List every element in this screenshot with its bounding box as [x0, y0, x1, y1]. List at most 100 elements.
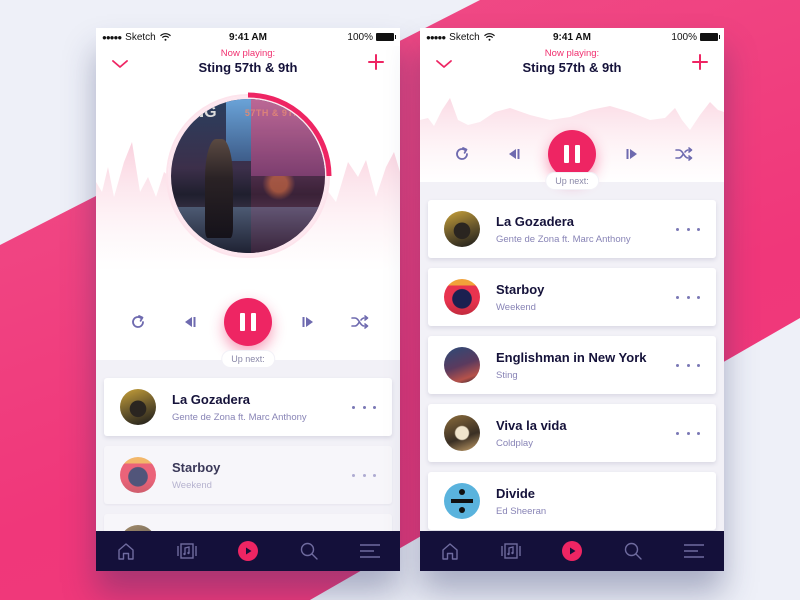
carrier-name: Sketch — [125, 31, 156, 43]
signal-icon: ●●●●● — [102, 32, 122, 42]
menu-icon — [359, 544, 380, 558]
search-icon — [300, 542, 318, 560]
status-bar: ●●●●● Sketch 9:41 AM 100% — [96, 28, 400, 46]
more-dots-icon — [676, 295, 679, 299]
player-header: Now playing: Sting 57th & 9th — [420, 46, 724, 92]
queue-item[interactable]: Starboy Weekend — [428, 268, 716, 326]
now-playing-panel: Now playing: Sting 57th & 9th NG 57TH & … — [96, 46, 400, 360]
phone-screen-player-expanded: ●●●●● Sketch 9:41 AM 100% Now playing: S… — [96, 28, 400, 571]
home-icon — [118, 543, 135, 560]
shuffle-button[interactable] — [346, 308, 374, 336]
more-options-button[interactable] — [676, 426, 700, 440]
track-title: Englishman in New York — [496, 350, 647, 365]
tab-library[interactable] — [172, 536, 202, 566]
track-artist: Gente de Zona ft. Marc Anthony — [172, 412, 307, 423]
queue-item[interactable]: La Gozadera Gente de Zona ft. Marc Antho… — [428, 200, 716, 258]
pause-icon — [237, 313, 259, 331]
plus-icon — [692, 54, 708, 70]
play-icon — [569, 547, 576, 555]
up-next-queue: La Gozadera Gente de Zona ft. Marc Antho… — [428, 200, 716, 540]
skip-next-icon — [302, 317, 313, 327]
music-library-icon — [501, 543, 521, 559]
signal-icon: ●●●●● — [426, 32, 446, 42]
repeat-icon — [132, 315, 144, 328]
track-artist: Sting — [496, 370, 518, 381]
up-next-label: Up next: — [546, 173, 598, 189]
track-artist: Ed Sheeran — [496, 506, 547, 517]
more-dots-icon — [676, 431, 679, 435]
album-cover — [444, 347, 480, 383]
skip-previous-icon — [509, 149, 520, 159]
queue-item[interactable]: Divide Ed Sheeran — [428, 472, 716, 530]
skip-previous-icon — [185, 317, 196, 327]
track-artist: Weekend — [172, 480, 212, 491]
battery-percent: 100% — [347, 31, 373, 43]
add-to-playlist-button[interactable] — [366, 52, 386, 72]
more-options-button[interactable] — [352, 400, 376, 414]
tab-now-playing[interactable] — [233, 536, 263, 566]
track-title: Starboy — [496, 282, 545, 297]
music-library-icon — [177, 543, 197, 559]
more-options-button[interactable] — [676, 222, 700, 236]
repeat-button[interactable] — [448, 140, 476, 168]
track-artist: Coldplay — [496, 438, 533, 449]
add-to-playlist-button[interactable] — [690, 52, 710, 72]
tab-home[interactable] — [111, 536, 141, 566]
more-dots-icon — [676, 227, 679, 231]
album-cover — [444, 211, 480, 247]
more-options-button[interactable] — [676, 358, 700, 372]
queue-item[interactable]: Englishman in New York Sting — [428, 336, 716, 394]
tab-home[interactable] — [435, 536, 465, 566]
more-options-button[interactable] — [676, 290, 700, 304]
play-icon — [245, 547, 252, 555]
album-cover — [444, 279, 480, 315]
tab-search[interactable] — [294, 536, 324, 566]
tab-library[interactable] — [496, 536, 526, 566]
track-title: Viva la vida — [496, 418, 567, 433]
album-cover — [120, 389, 156, 425]
album-art-container: NG 57TH & 9TH — [164, 92, 332, 260]
tab-menu[interactable] — [355, 536, 385, 566]
tab-now-playing[interactable] — [557, 536, 587, 566]
search-icon — [624, 542, 642, 560]
player-header: Now playing: Sting 57th & 9th — [96, 46, 400, 92]
now-playing-title: Sting 57th & 9th — [198, 60, 298, 75]
more-options-button[interactable] — [352, 468, 376, 482]
now-playing-label: Now playing: — [544, 48, 600, 59]
more-dots-icon — [352, 473, 355, 477]
previous-track-button[interactable] — [500, 140, 528, 168]
now-playing-panel: Now playing: Sting 57th & 9th — [420, 46, 724, 182]
plus-icon — [368, 54, 384, 70]
track-title: Starboy — [172, 460, 221, 475]
shuffle-icon — [675, 147, 693, 161]
tab-menu[interactable] — [679, 536, 709, 566]
status-time: 9:41 AM — [229, 31, 267, 43]
next-track-button[interactable] — [618, 140, 646, 168]
track-title: Divide — [496, 486, 536, 501]
queue-item[interactable]: La Gozadera Gente de Zona ft. Marc Antho… — [104, 378, 392, 436]
status-bar: ●●●●● Sketch 9:41 AM 100% — [420, 28, 724, 46]
battery-icon — [376, 33, 396, 41]
up-next-label: Up next: — [222, 351, 274, 367]
battery-percent: 100% — [671, 31, 697, 43]
repeat-button[interactable] — [124, 308, 152, 336]
tab-search[interactable] — [618, 536, 648, 566]
queue-item[interactable]: Viva la vida Coldplay — [428, 404, 716, 462]
status-time: 9:41 AM — [553, 31, 591, 43]
track-progress-ring[interactable] — [164, 92, 332, 260]
album-cover — [444, 415, 480, 451]
more-dots-icon — [676, 363, 679, 367]
queue-item[interactable]: Starboy Weekend — [104, 446, 392, 504]
now-playing-label: Now playing: — [220, 48, 276, 59]
next-track-button[interactable] — [294, 308, 322, 336]
play-pause-button[interactable] — [548, 130, 596, 178]
repeat-icon — [456, 147, 468, 160]
bottom-tab-bar — [420, 531, 724, 571]
carrier-name: Sketch — [449, 31, 480, 43]
skip-next-icon — [626, 149, 637, 159]
previous-track-button[interactable] — [176, 308, 204, 336]
shuffle-button[interactable] — [670, 140, 698, 168]
playback-controls — [96, 294, 400, 350]
home-icon — [442, 543, 459, 560]
play-pause-button[interactable] — [224, 298, 272, 346]
